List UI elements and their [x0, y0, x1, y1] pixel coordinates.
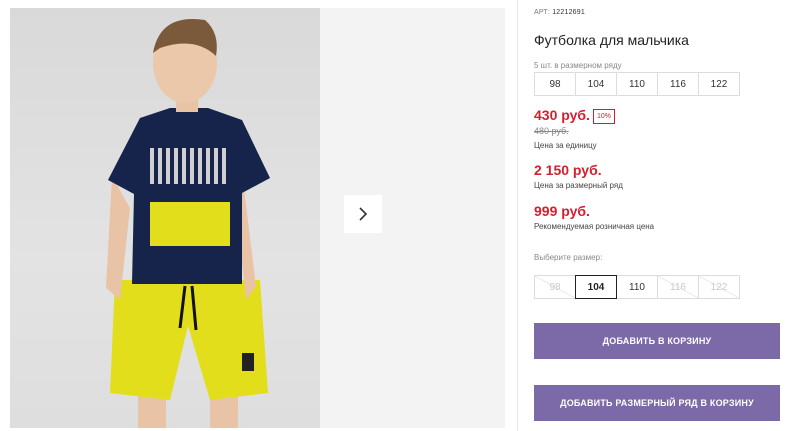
size-option-110[interactable]: 110 [616, 275, 658, 299]
size-picker: 98 104 110 116 122 [534, 275, 740, 299]
size-row-cell: 122 [710, 78, 728, 90]
size-option-116: 116 [657, 275, 699, 299]
rrp-price: 999 руб. [534, 203, 590, 219]
add-to-cart-button[interactable]: ДОБАВИТЬ В КОРЗИНУ [534, 323, 780, 359]
choose-size-label: Выберите размер: [534, 253, 603, 262]
size-option-98: 98 [534, 275, 576, 299]
boy-in-tshirt-illustration [106, 18, 270, 428]
add-size-row-to-cart-button[interactable]: ДОБАВИТЬ РАЗМЕРНЫЙ РЯД В КОРЗИНУ [534, 385, 780, 421]
row-price: 2 150 руб. [534, 162, 602, 178]
rrp-price-label: Рекомендуемая розничная цена [534, 222, 655, 231]
next-image-button[interactable] [344, 195, 382, 233]
size-option-122: 122 [698, 275, 740, 299]
chevron-right-icon [359, 207, 368, 221]
unit-price: 430 руб. [534, 107, 590, 123]
product-title: Футболка для мальчика [534, 32, 689, 48]
product-gallery [10, 8, 505, 428]
column-divider [517, 0, 518, 431]
old-price: 480 руб. [534, 126, 569, 136]
size-option-104[interactable]: 104 [575, 275, 617, 299]
size-row-cell: 110 [617, 73, 658, 95]
size-row-cell: 104 [576, 73, 617, 95]
discount-badge: 10% [593, 109, 616, 124]
size-row-cell: 116 [658, 73, 699, 95]
product-photo[interactable] [10, 8, 320, 428]
row-price-label: Цена за размерный ряд [534, 181, 623, 190]
size-row-label: 5 шт. в размерном ряду [534, 61, 622, 70]
sku-label: АРТ: [534, 9, 551, 16]
unit-price-label: Цена за единицу [534, 141, 597, 150]
sku-value: 12212691 [552, 9, 585, 16]
size-row-cell: 98 [535, 73, 576, 95]
sku-line: АРТ: 12212691 [534, 9, 585, 16]
size-row-list: 98 104 110 116 122 [534, 72, 740, 96]
